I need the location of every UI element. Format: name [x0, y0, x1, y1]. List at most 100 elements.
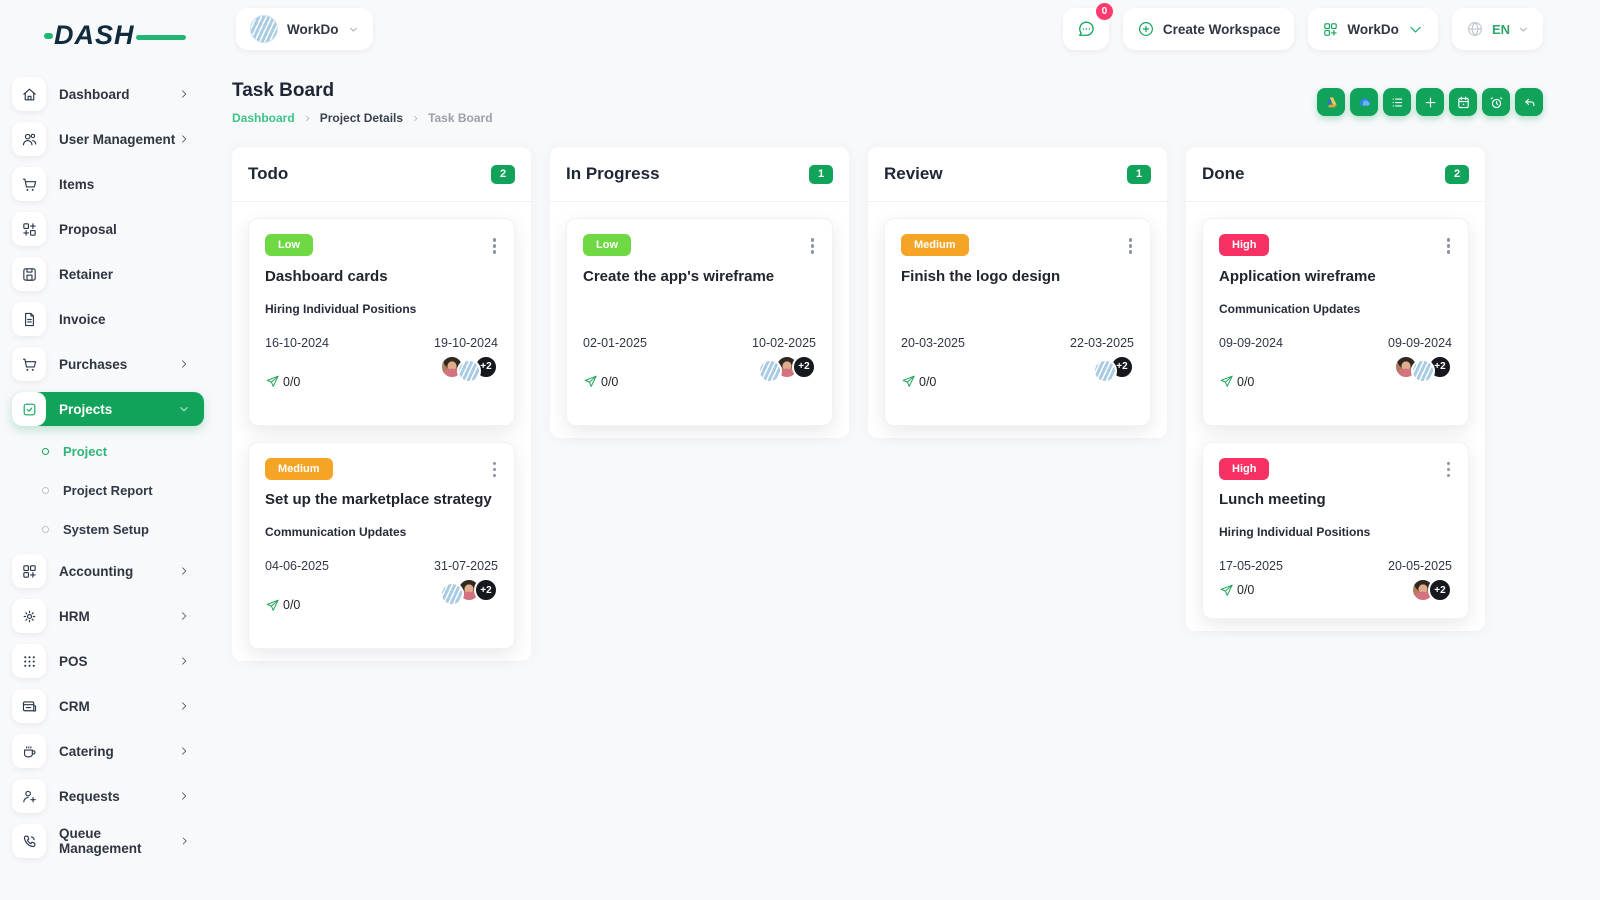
topbar-actions: 0 Create Workspace WorkDo EN — [1062, 3, 1543, 50]
sidebar-item-requests[interactable]: Requests — [12, 779, 204, 813]
more-assignees-badge[interactable]: +2 — [474, 578, 498, 602]
task-card[interactable]: Medium Set up the marketplace strategy Com… — [248, 441, 515, 649]
sidebar-item-queue-management[interactable]: Queue Management — [12, 824, 204, 858]
sidebar-item-proposal[interactable]: Proposal — [12, 212, 204, 246]
card-menu-button[interactable] — [1445, 234, 1453, 258]
sidebar-item-projects[interactable]: Projects — [12, 392, 204, 426]
task-milestone — [583, 302, 816, 317]
assignee-avatars: +2 — [1394, 354, 1452, 409]
sidebar-item-retainer[interactable]: Retainer — [12, 257, 204, 291]
task-card[interactable]: High Application wireframe Communication U… — [1202, 218, 1469, 426]
logo-text: DASH — [54, 20, 135, 50]
column-count-badge: 1 — [809, 164, 833, 184]
sidebar-item-dashboard[interactable]: Dashboard — [12, 77, 204, 111]
more-assignees-badge[interactable]: +2 — [1428, 578, 1452, 602]
sidebar-subitem-system-setup[interactable]: System Setup — [42, 515, 204, 543]
send-icon — [1219, 374, 1234, 389]
column-title: Review — [884, 164, 943, 183]
sidebar-icon-box — [12, 554, 46, 588]
target-icon — [21, 608, 38, 625]
column-body: High Application wireframe Communication U… — [1186, 202, 1485, 631]
language-selector[interactable]: EN — [1451, 8, 1543, 50]
card-footer: 0/0 +2 — [1219, 578, 1452, 602]
card-menu-button[interactable] — [491, 458, 499, 482]
sidebar-icon-box — [12, 824, 46, 858]
task-title: Set up the marketplace strategy — [265, 491, 492, 508]
sidebar-item-label: Projects — [59, 401, 113, 417]
google-drive-button[interactable] — [1317, 88, 1345, 116]
calendar-button[interactable] — [1449, 88, 1477, 116]
workspace-logo-avatar[interactable] — [1093, 358, 1117, 383]
reminder-button[interactable] — [1482, 88, 1510, 116]
send-icon — [901, 374, 916, 389]
app-logo[interactable]: DASH — [44, 20, 186, 51]
breadcrumb-item-project-details[interactable]: Project Details — [320, 111, 403, 125]
workspace-logo-avatar[interactable] — [758, 358, 782, 383]
due-date: 31-07-2025 — [434, 559, 498, 573]
bullet-icon — [42, 525, 49, 533]
sidebar-item-crm[interactable]: CRM — [12, 689, 204, 723]
task-milestone: Communication Updates — [265, 525, 407, 539]
cart-icon — [21, 176, 38, 193]
breadcrumb-item-task-board: Task Board — [428, 111, 493, 125]
list-view-button[interactable] — [1383, 88, 1411, 116]
sidebar-item-invoice[interactable]: Invoice — [12, 302, 204, 336]
subtask-progress-value: 0/0 — [1237, 374, 1255, 389]
sidebar-subitem-project-report[interactable]: Project Report — [42, 476, 204, 504]
workspace-avatar — [250, 15, 278, 43]
card-top-row: Medium — [901, 234, 1134, 258]
create-workspace-button[interactable]: Create Workspace — [1122, 8, 1295, 50]
assignee-avatars: +2 — [758, 354, 816, 409]
column-title: Todo — [248, 164, 289, 183]
chat-icon — [1076, 19, 1096, 39]
sidebar-item-accounting[interactable]: Accounting — [12, 554, 204, 588]
sidebar-subitem-project[interactable]: Project — [42, 437, 204, 465]
task-title: Finish the logo design — [901, 267, 1061, 285]
calendar-icon — [1456, 95, 1471, 110]
card-top-row: Low — [583, 234, 816, 258]
workspace-logo-avatar[interactable] — [440, 582, 464, 606]
task-card[interactable]: Low Dashboard cards Hiring Individual Posi… — [248, 218, 515, 426]
sidebar-icon-box — [12, 77, 46, 111]
sidebar-subitem-label: System Setup — [63, 521, 149, 537]
sidebar-item-purchases[interactable]: Purchases — [12, 347, 204, 381]
workdo-menu-button[interactable]: WorkDo — [1308, 8, 1438, 50]
workspace-logo-avatar[interactable] — [1411, 358, 1435, 383]
sidebar-item-label: HRM — [59, 608, 90, 624]
chevron-down-icon — [178, 403, 190, 415]
task-card[interactable]: High Lunch meeting Hiring Individual Posit… — [1202, 441, 1469, 619]
sidebar-item-hrm[interactable]: HRM — [12, 599, 204, 633]
card-menu-button[interactable] — [1127, 234, 1135, 258]
start-date: 20-03-2025 — [901, 335, 965, 350]
priority-badge: High — [1219, 234, 1270, 256]
logo-accent-bar — [136, 35, 186, 40]
column-count-badge: 2 — [1445, 164, 1469, 184]
sidebar-item-pos[interactable]: POS — [12, 644, 204, 678]
task-card[interactable]: Low Create the app's wireframe 02-01-2025 1… — [566, 218, 833, 426]
card-top-row: Medium — [265, 457, 499, 482]
card-menu-button[interactable] — [491, 234, 499, 258]
due-date: 22-03-2025 — [1070, 335, 1134, 350]
messages-button[interactable]: 0 — [1062, 3, 1113, 50]
column-body: Low Dashboard cards Hiring Individual Posi… — [232, 202, 531, 661]
sidebar-item-catering[interactable]: Catering — [12, 734, 204, 768]
sidebar-item-user-management[interactable]: User Management — [12, 122, 204, 156]
sidebar-icon-box — [12, 779, 46, 813]
chevron-right-icon — [178, 610, 190, 622]
create-workspace-label: Create Workspace — [1162, 21, 1281, 37]
chevron-right-icon — [178, 358, 190, 370]
task-card[interactable]: Medium Finish the logo design 20-03-2025 22… — [884, 218, 1151, 426]
card-footer: 0/0 +2 — [265, 354, 498, 409]
more-assignees-badge[interactable]: +2 — [792, 354, 816, 379]
onedrive-button[interactable] — [1350, 88, 1378, 116]
workspace-logo-avatar[interactable] — [457, 358, 481, 383]
workspace-switcher[interactable]: WorkDo — [236, 8, 373, 50]
card-menu-button[interactable] — [809, 234, 817, 258]
breadcrumb-item-dashboard[interactable]: Dashboard — [232, 111, 295, 125]
back-button[interactable] — [1515, 88, 1543, 116]
add-task-button[interactable] — [1416, 88, 1444, 116]
sidebar-item-items[interactable]: Items — [12, 167, 204, 201]
board-toolbar — [1317, 88, 1543, 116]
undo-icon — [1522, 95, 1537, 110]
card-menu-button[interactable] — [1445, 458, 1453, 482]
